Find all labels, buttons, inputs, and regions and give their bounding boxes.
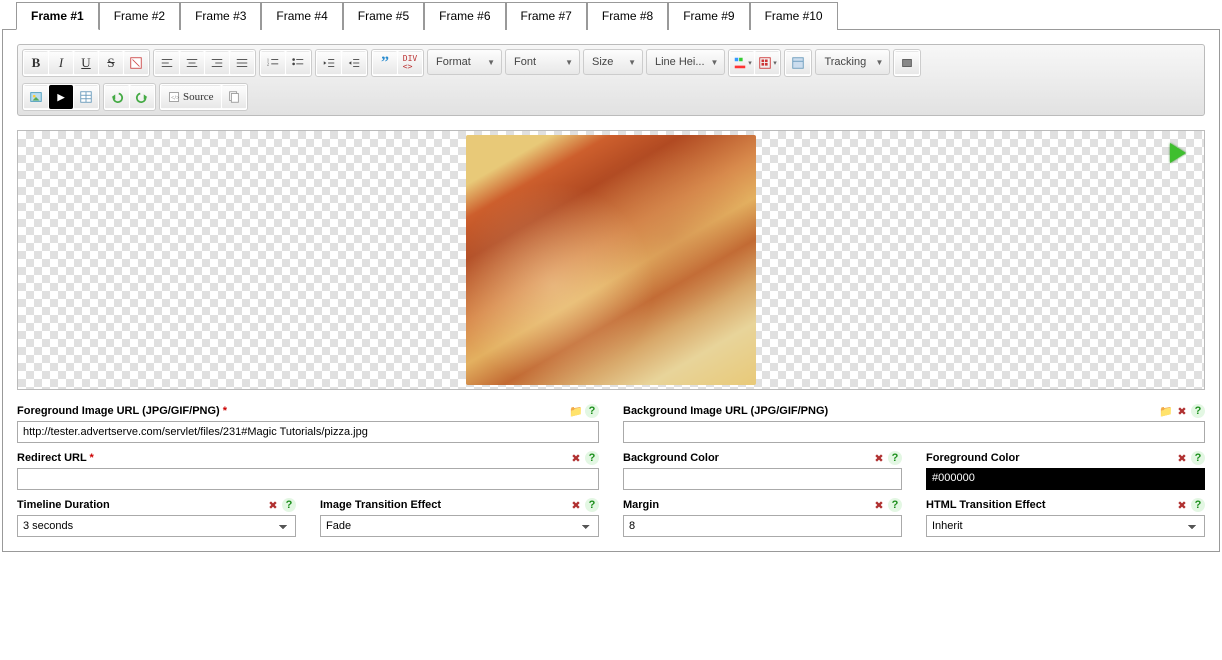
template-button[interactable] [786,51,810,75]
strike-button[interactable]: S [99,51,123,75]
help-icon[interactable]: ? [1191,498,1205,512]
clear-icon[interactable]: ✖ [1175,404,1189,418]
redirect-url-label: Redirect URL * [17,452,94,464]
frame-panel: B I U S 12 ” DIV<> [2,29,1220,552]
indent-button[interactable] [342,51,366,75]
tab-frame-1[interactable]: Frame #1 [16,2,99,30]
imgtrans-select[interactable]: Fade [320,515,599,537]
play-icon[interactable] [1170,143,1186,163]
bgcolor-field: Background Color ✖ ? [623,451,902,490]
copy-button[interactable] [222,85,246,109]
fgcolor-input[interactable]: #000000 [926,468,1205,490]
preview-image [466,135,756,385]
fgcolor-field: Foreground Color ✖ ? #000000 [926,451,1205,490]
clear-icon[interactable]: ✖ [872,451,886,465]
margin-label: Margin [623,499,659,511]
clear-icon[interactable]: ✖ [872,498,886,512]
remove-format-button[interactable] [124,51,148,75]
flash-button[interactable]: ▶ [49,85,73,109]
source-button[interactable]: </>Source [161,85,221,109]
imgtrans-label: Image Transition Effect [320,499,441,511]
svg-text:2: 2 [267,62,269,67]
blockquote-button[interactable]: ” [373,51,397,75]
bold-button[interactable]: B [24,51,48,75]
foreground-url-field: Foreground Image URL (JPG/GIF/PNG) * 📁 ? [17,404,599,443]
undo-button[interactable] [105,85,129,109]
tab-frame-4[interactable]: Frame #4 [261,2,342,30]
align-center-button[interactable] [180,51,204,75]
background-url-label: Background Image URL (JPG/GIF/PNG) [623,405,828,417]
help-icon[interactable]: ? [888,451,902,465]
table-button[interactable] [74,85,98,109]
preview-canvas [17,130,1205,390]
bullet-list-button[interactable] [286,51,310,75]
imgtrans-field: Image Transition Effect ✖ ? Fade [320,498,599,537]
clear-icon[interactable]: ✖ [1175,498,1189,512]
redirect-url-input[interactable] [17,468,599,490]
format-dropdown[interactable]: Format▼ [427,49,502,75]
lineheight-dropdown[interactable]: Line Hei...▼ [646,49,725,75]
help-icon[interactable]: ? [1191,451,1205,465]
tracking-dropdown[interactable]: Tracking▼ [815,49,890,75]
numbered-list-button[interactable]: 12 [261,51,285,75]
italic-button[interactable]: I [49,51,73,75]
htmltrans-select[interactable]: Inherit [926,515,1205,537]
editor-toolbar: B I U S 12 ” DIV<> [17,44,1205,116]
tab-frame-9[interactable]: Frame #9 [668,2,749,30]
margin-input[interactable] [623,515,902,537]
duration-select[interactable]: 3 seconds [17,515,296,537]
tab-frame-2[interactable]: Frame #2 [99,2,180,30]
frame-tabs: Frame #1 Frame #2 Frame #3 Frame #4 Fram… [16,2,1220,30]
size-dropdown[interactable]: Size▼ [583,49,643,75]
foreground-url-label: Foreground Image URL (JPG/GIF/PNG) * [17,405,227,417]
clear-icon[interactable]: ✖ [1175,451,1189,465]
redo-button[interactable] [130,85,154,109]
bgcolor-input[interactable] [623,468,902,490]
font-dropdown[interactable]: Font▼ [505,49,580,75]
tab-frame-8[interactable]: Frame #8 [587,2,668,30]
duration-field: Timeline Duration ✖ ? 3 seconds [17,498,296,537]
browse-icon[interactable]: 📁 [569,404,583,418]
browse-icon[interactable]: 📁 [1159,404,1173,418]
help-icon[interactable]: ? [282,498,296,512]
outdent-button[interactable] [317,51,341,75]
bgcolor-label: Background Color [623,452,719,464]
clear-icon[interactable]: ✖ [569,451,583,465]
help-icon[interactable]: ? [585,404,599,418]
align-left-button[interactable] [155,51,179,75]
tab-frame-6[interactable]: Frame #6 [424,2,505,30]
align-right-button[interactable] [205,51,229,75]
image-button[interactable] [24,85,48,109]
tab-frame-5[interactable]: Frame #5 [343,2,424,30]
bg-color-button[interactable]: ▾ [755,51,779,75]
redirect-url-field: Redirect URL * ✖ ? [17,451,599,490]
clear-icon[interactable]: ✖ [266,498,280,512]
tab-frame-3[interactable]: Frame #3 [180,2,261,30]
svg-text:</>: </> [171,95,180,101]
text-color-button[interactable]: ▾ [730,51,754,75]
fgcolor-label: Foreground Color [926,452,1020,464]
align-justify-button[interactable] [230,51,254,75]
tab-frame-10[interactable]: Frame #10 [750,2,838,30]
duration-label: Timeline Duration [17,499,110,511]
clear-icon[interactable]: ✖ [569,498,583,512]
foreground-url-input[interactable] [17,421,599,443]
div-button[interactable]: DIV<> [398,51,422,75]
help-icon[interactable]: ? [585,451,599,465]
htmltrans-field: HTML Transition Effect ✖ ? Inherit [926,498,1205,537]
help-icon[interactable]: ? [1191,404,1205,418]
background-url-input[interactable] [623,421,1205,443]
help-icon[interactable]: ? [585,498,599,512]
help-icon[interactable]: ? [888,498,902,512]
margin-field: Margin ✖ ? [623,498,902,537]
underline-button[interactable]: U [74,51,98,75]
tab-frame-7[interactable]: Frame #7 [506,2,587,30]
htmltrans-label: HTML Transition Effect [926,499,1046,511]
maximize-button[interactable] [895,51,919,75]
background-url-field: Background Image URL (JPG/GIF/PNG) 📁 ✖ ? [623,404,1205,443]
